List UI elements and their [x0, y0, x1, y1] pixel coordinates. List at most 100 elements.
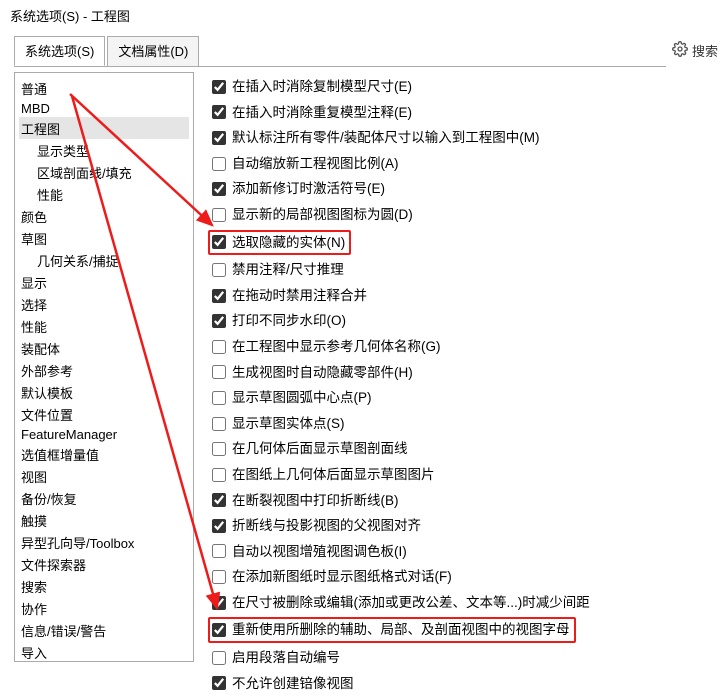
option-label: 在添加新图纸时显示图纸格式对话(F): [232, 566, 452, 588]
option-label: 显示新的局部视图图标为圆(D): [232, 204, 413, 226]
option-label: 启用段落自动编号: [232, 647, 340, 669]
tree-item[interactable]: 协作: [19, 597, 189, 619]
option-label: 不允许创建锫像视图: [232, 673, 354, 695]
option-row: 禁用注释/尺寸推理: [212, 257, 714, 283]
option-checkbox[interactable]: [212, 493, 226, 507]
option-checkbox[interactable]: [212, 391, 226, 405]
option-checkbox[interactable]: [212, 131, 226, 145]
tab-document-properties[interactable]: 文档属性(D): [107, 36, 199, 66]
option-checkbox[interactable]: [212, 105, 226, 119]
option-checkbox[interactable]: [212, 235, 226, 249]
highlight-box: 选取隐藏的实体(N): [208, 230, 351, 256]
option-checkbox[interactable]: [212, 157, 226, 171]
tree-item[interactable]: 导入: [19, 641, 189, 662]
tree-item[interactable]: 文件探索器: [19, 553, 189, 575]
option-row: 显示新的局部视图图标为圆(D): [212, 202, 714, 228]
tree-item[interactable]: 显示类型: [19, 139, 189, 161]
tree-item[interactable]: 备份/恢复: [19, 487, 189, 509]
option-label: 禁用注释/尺寸推理: [232, 259, 344, 281]
option-checkbox[interactable]: [212, 208, 226, 222]
option-checkbox[interactable]: [212, 314, 226, 328]
window-title: 系统选项(S) - 工程图: [0, 0, 720, 35]
option-row: 在工程图中显示参考几何体名称(G): [212, 334, 714, 360]
option-label: 重新使用所删除的辅助、局部、及剖面视图中的视图字母: [232, 619, 570, 641]
option-row: 生成视图时自动隐藏零部件(H): [212, 360, 714, 386]
option-row: 在尺寸被删除或编辑(添加或更改公差、文本等...)时减少间距: [212, 590, 714, 616]
option-checkbox[interactable]: [212, 468, 226, 482]
option-row: 在插入时消除重复模型注释(E): [212, 100, 714, 126]
tree-item[interactable]: 选择: [19, 293, 189, 315]
tree-item[interactable]: 默认模板: [19, 381, 189, 403]
option-row: 默认标注所有零件/装配体尺寸以输入到工程图中(M): [212, 125, 714, 151]
option-label: 在断裂视图中打印折断线(B): [232, 490, 399, 512]
option-checkbox[interactable]: [212, 289, 226, 303]
option-checkbox[interactable]: [212, 182, 226, 196]
tree-item[interactable]: 选值框增量值: [19, 443, 189, 465]
option-checkbox[interactable]: [212, 417, 226, 431]
tree-item[interactable]: 信息/错误/警告: [19, 619, 189, 641]
option-checkbox[interactable]: [212, 365, 226, 379]
tree-item[interactable]: FeatureManager: [19, 425, 189, 443]
option-label: 自动缩放新工程视图比例(A): [232, 153, 399, 175]
option-row: 在拖动时禁用注释合并: [212, 283, 714, 309]
option-row: 在图纸上几何体后面显示草图图片: [212, 462, 714, 488]
option-checkbox[interactable]: [212, 651, 226, 665]
tree-item[interactable]: 视图: [19, 465, 189, 487]
option-row: 打印不同步水印(O): [212, 308, 714, 334]
option-label: 在拖动时禁用注释合并: [232, 285, 367, 307]
tree-item[interactable]: 几何关系/捕捉: [19, 249, 189, 271]
tab-strip: 系统选项(S) 文档属性(D): [14, 36, 666, 67]
gear-icon: [672, 41, 688, 60]
option-checkbox[interactable]: [212, 676, 226, 690]
tree-item[interactable]: 性能: [19, 183, 189, 205]
option-row: 在插入时消除复制模型尺寸(E): [212, 74, 714, 100]
option-label: 添加新修订时激活符号(E): [232, 178, 385, 200]
option-checkbox[interactable]: [212, 263, 226, 277]
search-label: 搜索: [692, 41, 718, 60]
tree-item[interactable]: MBD: [19, 99, 189, 117]
option-row: 自动缩放新工程视图比例(A): [212, 151, 714, 177]
option-checkbox[interactable]: [212, 544, 226, 558]
options-panel: 在插入时消除复制模型尺寸(E)在插入时消除重复模型注释(E)默认标注所有零件/装…: [194, 72, 720, 666]
tree-item[interactable]: 性能: [19, 315, 189, 337]
category-tree[interactable]: 普通MBD工程图显示类型区域剖面线/填充性能颜色草图几何关系/捕捉显示选择性能装…: [14, 72, 194, 662]
option-row: 重新使用所删除的辅助、局部、及剖面视图中的视图字母: [212, 615, 714, 645]
tree-item[interactable]: 触摸: [19, 509, 189, 531]
option-label: 显示草图实体点(S): [232, 413, 345, 435]
option-row: 在断裂视图中打印折断线(B): [212, 488, 714, 514]
option-row: 在几何体后面显示草图剖面线: [212, 436, 714, 462]
option-label: 选取隐藏的实体(N): [232, 232, 345, 254]
option-checkbox[interactable]: [212, 80, 226, 94]
tree-item[interactable]: 工程图: [19, 117, 189, 139]
option-label: 自动以视图增殖视图调色板(I): [232, 541, 407, 563]
option-label: 折断线与投影视图的父视图对齐: [232, 515, 421, 537]
option-row: 自动以视图增殖视图调色板(I): [212, 539, 714, 565]
tree-item[interactable]: 外部参考: [19, 359, 189, 381]
option-checkbox[interactable]: [212, 596, 226, 610]
option-row: 显示草图实体点(S): [212, 411, 714, 437]
tree-item[interactable]: 显示: [19, 271, 189, 293]
option-checkbox[interactable]: [212, 340, 226, 354]
tab-system-options[interactable]: 系统选项(S): [14, 36, 105, 66]
tree-item[interactable]: 搜索: [19, 575, 189, 597]
option-label: 在尺寸被删除或编辑(添加或更改公差、文本等...)时减少间距: [232, 592, 590, 614]
option-row: 显示草图圆弧中心点(P): [212, 385, 714, 411]
highlight-box: 重新使用所删除的辅助、局部、及剖面视图中的视图字母: [208, 617, 576, 643]
content-area: 普通MBD工程图显示类型区域剖面线/填充性能颜色草图几何关系/捕捉显示选择性能装…: [0, 66, 720, 666]
option-checkbox[interactable]: [212, 570, 226, 584]
tree-item[interactable]: 草图: [19, 227, 189, 249]
option-row: 启用段落自动编号: [212, 645, 714, 671]
option-checkbox[interactable]: [212, 623, 226, 637]
tree-item[interactable]: 普通: [19, 77, 189, 99]
tree-item[interactable]: 装配体: [19, 337, 189, 359]
option-checkbox[interactable]: [212, 442, 226, 456]
option-label: 在插入时消除重复模型注释(E): [232, 102, 412, 124]
option-row: 选取隐藏的实体(N): [212, 228, 714, 258]
tree-item[interactable]: 颜色: [19, 205, 189, 227]
tree-item[interactable]: 区域剖面线/填充: [19, 161, 189, 183]
tree-item[interactable]: 文件位置: [19, 403, 189, 425]
option-checkbox[interactable]: [212, 519, 226, 533]
tree-item[interactable]: 异型孔向导/Toolbox: [19, 531, 189, 553]
search-area[interactable]: 搜索: [666, 41, 720, 60]
option-row: 不允许创建锫像视图: [212, 671, 714, 696]
